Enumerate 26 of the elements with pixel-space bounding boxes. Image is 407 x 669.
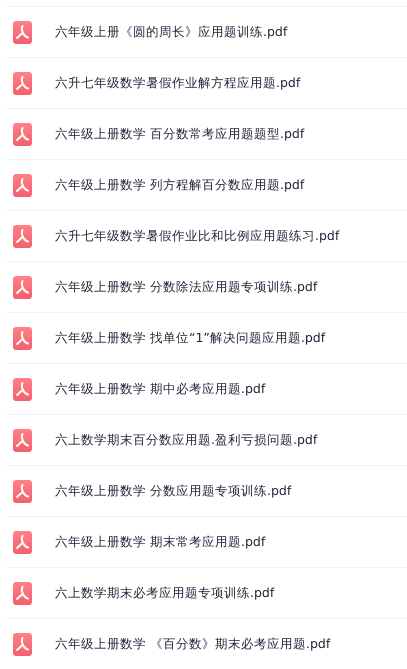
file-name[interactable]: 六年级上册数学 分数除法应用题专项训练.pdf xyxy=(55,278,318,296)
file-name[interactable]: 六上数学期末必考应用题专项训练.pdf xyxy=(55,584,274,602)
file-name[interactable]: 六年级上册数学 《百分数》期末必考应用题.pdf xyxy=(55,636,330,652)
pdf-file-icon xyxy=(13,530,32,554)
file-name[interactable]: 六升七年级数学暑假作业比和比例应用题练习.pdf xyxy=(55,228,340,244)
file-name[interactable]: 六年级上册数学 找单位“1”解决问题应用题.pdf xyxy=(55,330,326,346)
file-name[interactable]: 六年级上册数学 列方程解百分数应用题.pdf xyxy=(55,176,304,194)
file-name[interactable]: 六年级上册数学 期中必考应用题.pdf xyxy=(55,380,266,398)
pdf-file-icon xyxy=(13,632,32,656)
file-name[interactable]: 六上数学期末百分数应用题.盈利亏损问题.pdf xyxy=(55,432,318,448)
pdf-file-icon xyxy=(13,326,32,350)
pdf-file-icon xyxy=(13,480,32,502)
file-name[interactable]: 六年级上册数学 百分数常考应用题题型.pdf xyxy=(55,126,304,142)
pdf-file-icon xyxy=(13,428,32,452)
pdf-file-icon xyxy=(13,122,32,146)
file-name[interactable]: 六年级上册《圆的周长》应用题训练.pdf xyxy=(55,24,288,40)
pdf-file-icon xyxy=(13,174,32,196)
pdf-file-icon xyxy=(13,20,32,44)
pdf-file-icon xyxy=(13,582,32,604)
pdf-file-icon xyxy=(13,276,32,298)
pdf-file-icon xyxy=(13,72,32,94)
pdf-file-icon xyxy=(13,224,32,248)
file-name[interactable]: 六年级上册数学 分数应用题专项训练.pdf xyxy=(55,482,292,500)
file-name[interactable]: 六升七年级数学暑假作业解方程应用题.pdf xyxy=(55,74,300,92)
pdf-file-icon xyxy=(13,378,32,400)
file-name[interactable]: 六年级上册数学 期末常考应用题.pdf xyxy=(55,534,266,550)
